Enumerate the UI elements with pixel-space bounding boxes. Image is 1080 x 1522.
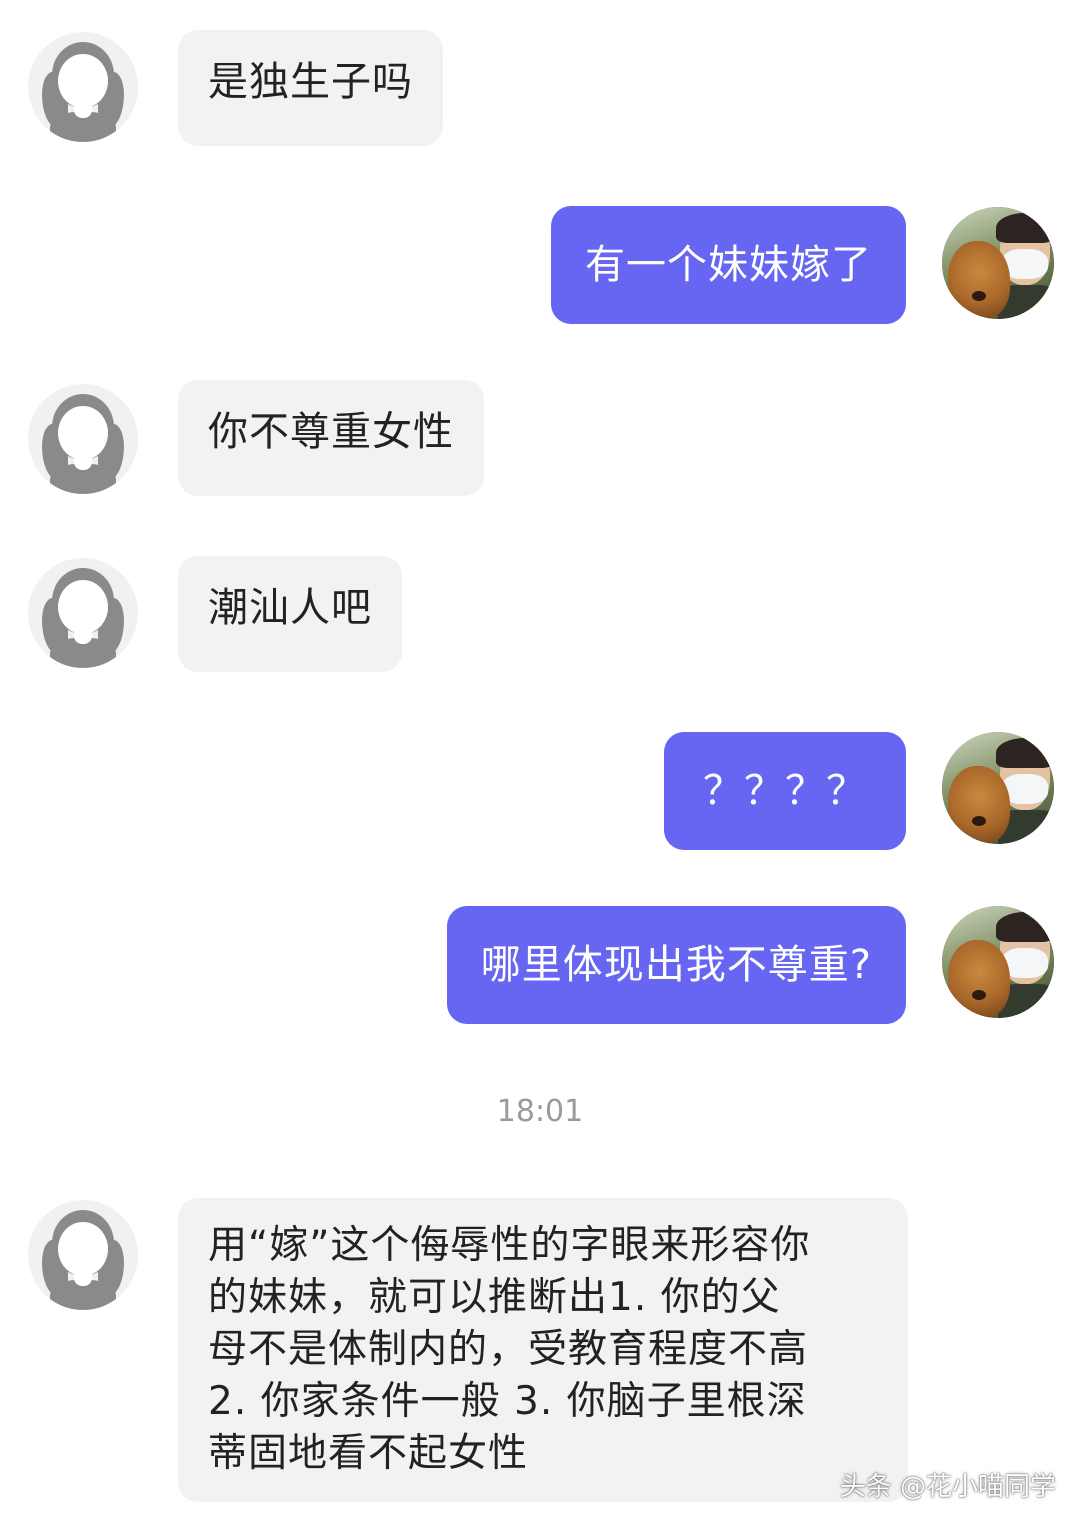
contact-avatar-icon[interactable] — [28, 384, 138, 494]
message-line: 用“嫁”这个侮辱性的字眼来形容你 — [208, 1223, 811, 1268]
message-line: 2. 你家条件一般 3. 你脑子里根深 — [208, 1379, 807, 1424]
user-avatar-icon[interactable] — [942, 732, 1054, 844]
sent-message-bubble[interactable]: ？？？？ — [664, 732, 906, 850]
received-message-bubble-long[interactable]: 用“嫁”这个侮辱性的字眼来形容你 的妹妹，就可以推断出1. 你的父 母不是体制内… — [178, 1198, 908, 1502]
sent-message-bubble[interactable]: 有一个妹妹嫁了 — [551, 206, 906, 324]
contact-avatar-icon[interactable] — [28, 1200, 138, 1310]
sent-message-bubble[interactable]: 哪里体现出我不尊重? — [446, 906, 906, 1024]
message-line: 蒂固地看不起女性 — [208, 1431, 529, 1476]
received-message-bubble[interactable]: 你不尊重女性 — [178, 380, 484, 496]
message-line: 的妹妹，就可以推断出1. 你的父 — [208, 1275, 781, 1320]
watermark-text: 头条 @花小喵同学 — [839, 1472, 1056, 1502]
message-timestamp: 18:01 — [496, 1094, 584, 1129]
received-message-bubble[interactable]: 是独生子吗 — [178, 30, 443, 146]
message-line: 母不是体制内的，受教育程度不高 — [208, 1327, 809, 1372]
contact-avatar-icon[interactable] — [28, 32, 138, 142]
contact-avatar-icon[interactable] — [28, 558, 138, 668]
user-avatar-icon[interactable] — [942, 906, 1054, 1018]
received-message-bubble[interactable]: 潮汕人吧 — [178, 556, 402, 672]
user-avatar-icon[interactable] — [942, 207, 1054, 319]
